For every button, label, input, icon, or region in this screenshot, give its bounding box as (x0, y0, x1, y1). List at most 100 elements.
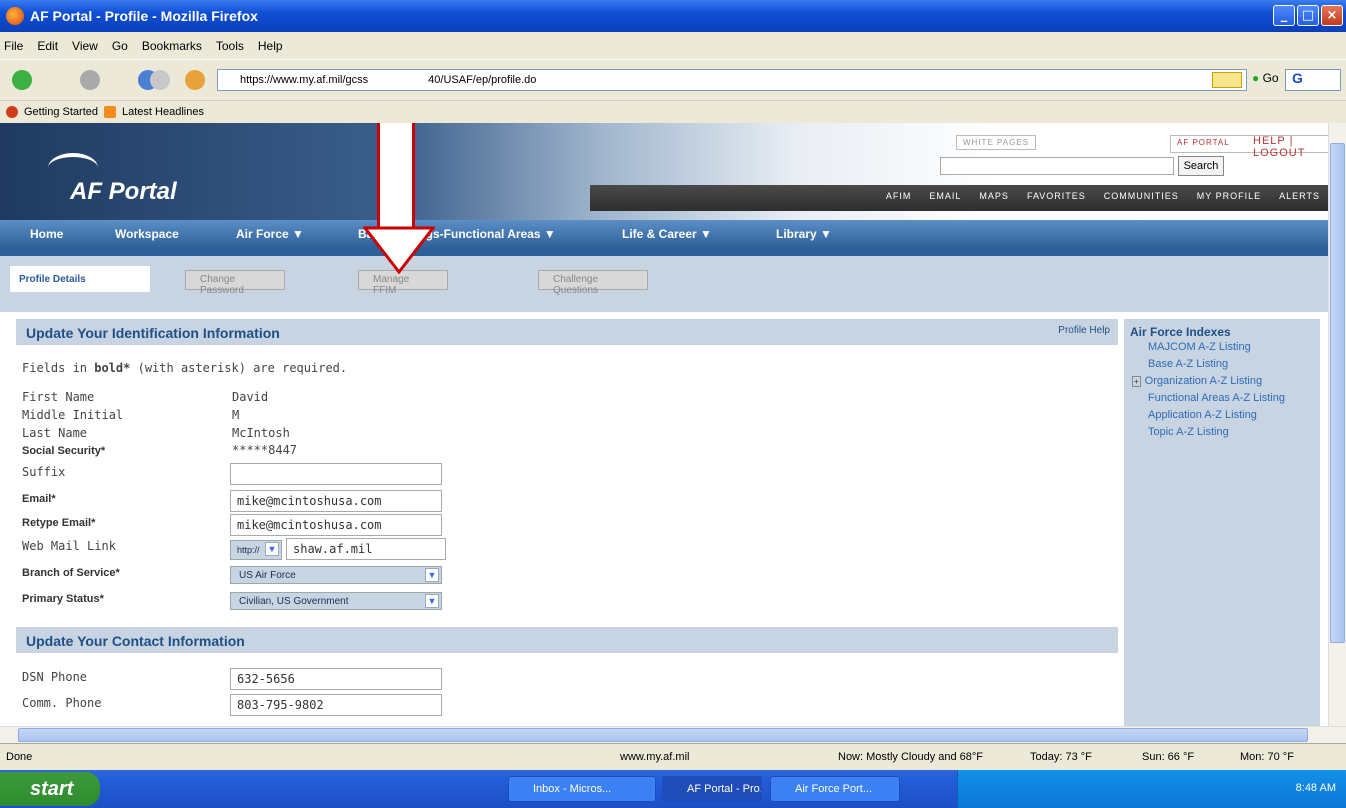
nav-underbar (0, 248, 1328, 256)
nav-functional-areas[interactable]: rgs-Functional Areas ▼ (421, 227, 556, 241)
ssn-value: *****8447 (232, 443, 298, 457)
index-topic[interactable]: Topic A-Z Listing (1148, 424, 1314, 441)
minimize-button[interactable]: _ (1273, 5, 1295, 26)
bookmark-latest-headlines[interactable]: Latest Headlines (122, 106, 204, 118)
taskbar: start Inbox - Micros... AF Portal - Pro.… (0, 770, 1346, 808)
webmail-input[interactable]: shaw.af.mil (286, 538, 446, 560)
logout-link[interactable]: LOGOUT (1253, 147, 1305, 159)
webmail-protocol-select[interactable]: http://▼ (230, 540, 282, 560)
lock-icon (1212, 72, 1242, 88)
close-button[interactable]: × (1321, 5, 1343, 26)
my-profile-link[interactable]: MY PROFILE (1197, 191, 1261, 201)
nav-home[interactable]: Home (30, 227, 63, 241)
quick-links: AFIM EMAIL MAPS FAVORITES COMMUNITIES MY… (886, 191, 1320, 201)
required-note: Fields in bold* (with asterisk) are requ… (22, 361, 348, 375)
nav-library[interactable]: Library ▼ (776, 227, 832, 241)
status-domain: www.my.af.mil (620, 751, 690, 763)
status-text: Done (6, 751, 33, 763)
status-label: Primary Status* (22, 593, 104, 605)
menu-bookmarks[interactable]: Bookmarks (142, 39, 202, 53)
branch-label: Branch of Service* (22, 567, 120, 579)
first-name-label: First Name (22, 390, 95, 404)
chevron-down-icon: ▼ (425, 568, 439, 582)
suffix-label: Suffix (22, 465, 66, 479)
tab-challenge-questions[interactable]: Challenge Questions (538, 270, 648, 296)
profile-tabs: Profile Details Change Password Manage F… (0, 256, 1328, 312)
maximize-button[interactable]: □ (1297, 5, 1319, 26)
task-af-portal[interactable]: AF Portal - Pro... (662, 776, 762, 802)
menu-file[interactable]: File (4, 39, 23, 53)
page-content: AF Portal AF PORTAL WHITE PAGES Search H… (0, 123, 1328, 726)
index-application[interactable]: Application A-Z Listing (1148, 407, 1314, 424)
af-portal-logo[interactable]: AF Portal (30, 153, 177, 205)
home-icon[interactable] (185, 70, 205, 90)
communities-link[interactable]: COMMUNITIES (1104, 191, 1179, 201)
contact-title: Update Your Contact Information (26, 633, 245, 649)
middle-initial-value: M (232, 408, 240, 422)
system-tray: 8:48 AM (957, 770, 1346, 808)
go-button[interactable]: ● Go (1252, 71, 1279, 85)
portal-search-input[interactable] (940, 157, 1174, 175)
nav-workspace[interactable]: Workspace (115, 227, 179, 241)
dsn-input[interactable]: 632-5656 (230, 668, 442, 690)
tab-change-password[interactable]: Change Password (185, 270, 285, 296)
menu-edit[interactable]: Edit (37, 39, 58, 53)
weather-today: Today: 73 °F (1030, 751, 1092, 763)
identification-title: Update Your Identification Information (26, 325, 280, 341)
webmail-label: Web Mail Link (22, 539, 116, 553)
index-base[interactable]: Base A-Z Listing (1148, 356, 1314, 373)
main-nav: Home Workspace Air Force ▼ Bas rgs-Funct… (0, 220, 1328, 248)
weather-mon: Mon: 70 °F (1240, 751, 1294, 763)
profile-form: Update Your Identification Information P… (16, 319, 1118, 726)
status-select[interactable]: Civilian, US Government ▼ (230, 592, 442, 610)
profile-help-link[interactable]: Profile Help (1058, 325, 1110, 336)
google-search-input[interactable]: G (1285, 69, 1341, 91)
vertical-scrollbar[interactable] (1328, 123, 1346, 726)
indexes-heading: Air Force Indexes (1130, 325, 1231, 339)
help-link[interactable]: HELP (1253, 135, 1286, 147)
stop-icon[interactable] (150, 70, 170, 90)
bookmark-getting-started[interactable]: Getting Started (24, 106, 98, 118)
getting-started-icon (6, 106, 18, 118)
url-text-right: 40/USAF/ep/profile.do (428, 74, 537, 86)
email-link[interactable]: EMAIL (929, 191, 961, 201)
first-name-value: David (232, 390, 269, 404)
window-title: AF Portal - Profile - Mozilla Firefox (30, 8, 258, 24)
rss-icon (104, 106, 116, 118)
afim-link[interactable]: AFIM (886, 191, 912, 201)
search-tab-white-pages[interactable]: WHITE PAGES (956, 135, 1036, 150)
nav-life-career[interactable]: Life & Career ▼ (622, 227, 712, 241)
menu-help[interactable]: Help (258, 39, 283, 53)
maps-link[interactable]: MAPS (979, 191, 1009, 201)
back-icon[interactable] (12, 70, 32, 90)
favorites-link[interactable]: FAVORITES (1027, 191, 1086, 201)
menu-view[interactable]: View (72, 39, 98, 53)
menu-tools[interactable]: Tools (216, 39, 244, 53)
help-logout-links: HELP | LOGOUT (1253, 135, 1306, 159)
branch-select[interactable]: US Air Force ▼ (230, 566, 442, 584)
start-button[interactable]: start (0, 772, 100, 806)
expand-icon[interactable]: + (1132, 376, 1141, 387)
index-functional-areas[interactable]: Functional Areas A-Z Listing (1148, 390, 1314, 407)
forward-icon[interactable] (80, 70, 100, 90)
air-force-indexes: Air Force Indexes MAJCOM A-Z Listing Bas… (1124, 319, 1320, 726)
retype-email-input[interactable]: mike@mcintoshusa.com (230, 514, 442, 536)
bookmarks-toolbar: Getting Started Latest Headlines (0, 100, 1346, 123)
nav-air-force[interactable]: Air Force ▼ (236, 227, 304, 241)
index-organization[interactable]: + Organization A-Z Listing (1132, 373, 1314, 390)
suffix-input[interactable] (230, 463, 442, 485)
tab-profile-details[interactable]: Profile Details (10, 266, 150, 292)
search-scope-tabs: AF PORTAL WHITE PAGES (956, 135, 1328, 153)
contact-header: Update Your Contact Information (16, 627, 1118, 653)
horizontal-scrollbar[interactable] (0, 726, 1346, 743)
menu-bar: File Edit View Go Bookmarks Tools Help (0, 32, 1346, 59)
alerts-link[interactable]: ALERTS (1279, 191, 1320, 201)
search-button[interactable]: Search (1178, 156, 1224, 176)
url-input[interactable]: https://www.my.af.mil/gcss 40/USAF/ep/pro… (217, 69, 1247, 91)
comm-input[interactable]: 803-795-9802 (230, 694, 442, 716)
email-input[interactable]: mike@mcintoshusa.com (230, 490, 442, 512)
task-inbox[interactable]: Inbox - Micros... (508, 776, 656, 802)
menu-go[interactable]: Go (112, 39, 128, 53)
task-air-force-port[interactable]: Air Force Port... (770, 776, 900, 802)
index-majcom[interactable]: MAJCOM A-Z Listing (1148, 339, 1314, 356)
